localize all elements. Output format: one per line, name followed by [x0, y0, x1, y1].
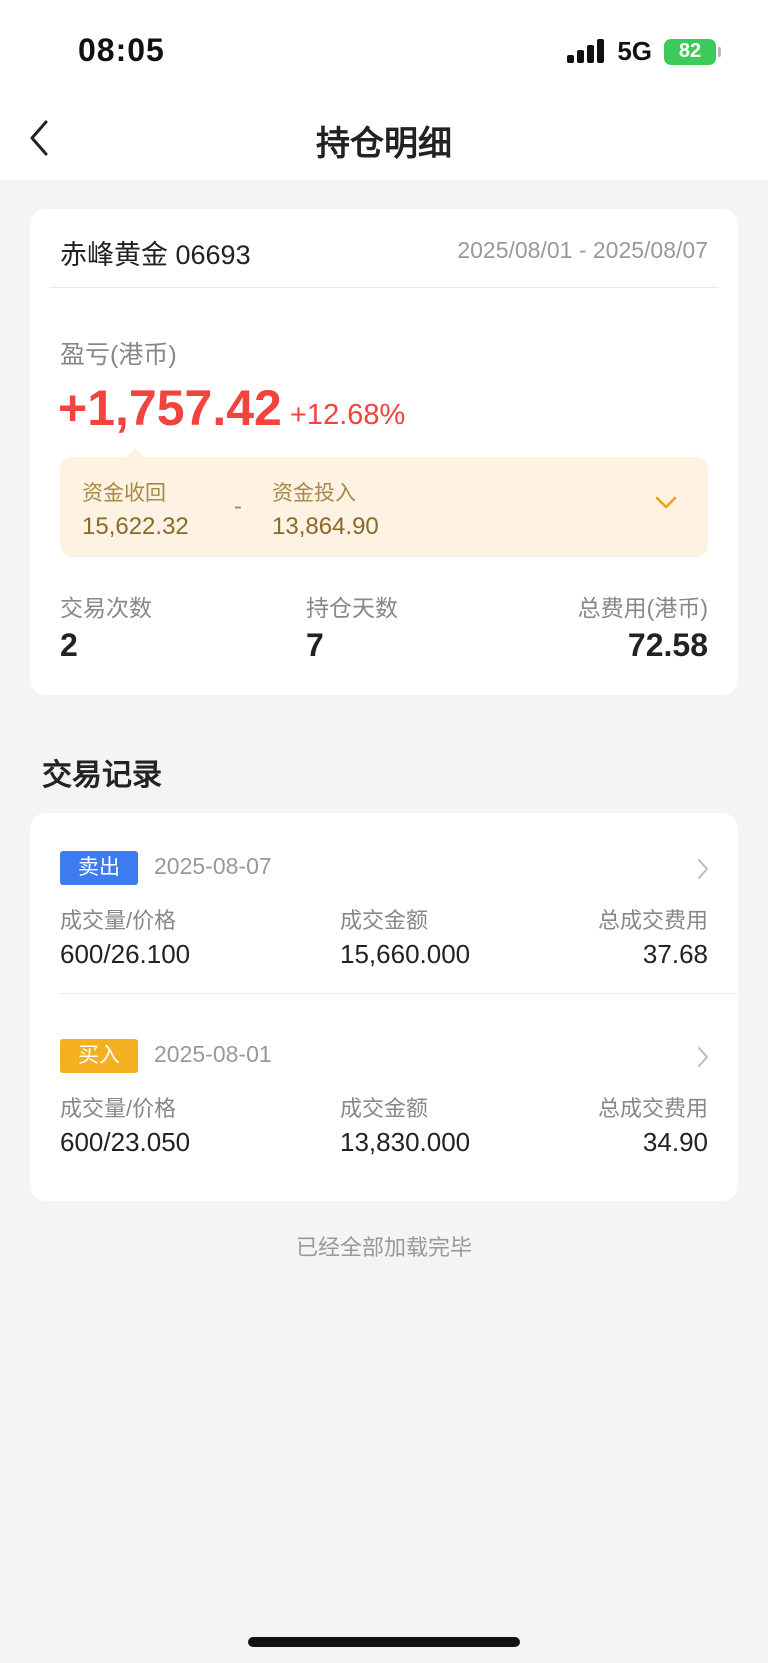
trade-date: 2025-08-07	[154, 853, 272, 879]
status-time: 08:05	[78, 32, 165, 68]
sell-tag: 卖出	[60, 851, 138, 885]
signal-strength-icon	[567, 38, 605, 65]
chevron-right-icon	[698, 1047, 708, 1067]
total-fee-value: 72.58	[627, 627, 708, 663]
qty-price-value: 600/26.100	[60, 939, 191, 969]
trade-date: 2025-08-01	[154, 1041, 272, 1067]
section-title-trade-records: 交易记录	[42, 759, 162, 792]
fee-label: 总成交费用	[597, 1096, 708, 1121]
total-fee-label: 总费用(港币)	[577, 595, 708, 621]
trade-record-row[interactable]: 卖出 2025-08-07 成交量/价格 600/26.100 成交金额 15,…	[30, 813, 738, 1001]
fund-return-label: 资金收回	[82, 482, 166, 505]
divider	[60, 993, 738, 994]
battery-level: 82	[678, 40, 702, 62]
status-bar: 08:05 5G 82	[0, 0, 768, 96]
nav-bar: 持仓明细	[0, 96, 768, 180]
amount-value: 13,830.000	[340, 1127, 471, 1157]
trade-records-card: 卖出 2025-08-07 成交量/价格 600/26.100 成交金额 15,…	[30, 813, 738, 1201]
pl-value: +1,757.42	[58, 380, 282, 436]
chevron-right-icon	[698, 859, 708, 879]
date-range: 2025/08/01 - 2025/08/07	[457, 237, 708, 263]
status-indicators: 5G 82	[567, 36, 721, 67]
network-label: 5G	[617, 36, 652, 66]
fund-invest-label: 资金投入	[272, 482, 356, 505]
holding-days-value: 7	[306, 627, 324, 663]
fee-value: 34.90	[642, 1127, 708, 1157]
holding-days-label: 持仓天数	[306, 595, 398, 621]
trade-record-row[interactable]: 买入 2025-08-01 成交量/价格 600/23.050 成交金额 13,…	[30, 1001, 738, 1189]
pl-percent: +12.68%	[290, 399, 406, 431]
amount-label: 成交金额	[340, 1096, 429, 1121]
divider	[50, 287, 718, 288]
load-complete-text: 已经全部加载完毕	[295, 1235, 472, 1260]
trade-count-value: 2	[60, 627, 78, 663]
pl-label: 盈亏(港币)	[60, 341, 177, 369]
amount-value: 15,660.000	[340, 939, 471, 969]
stock-name: 赤峰黄金 06693	[60, 240, 251, 270]
position-summary-card: 赤峰黄金 06693 2025/08/01 - 2025/08/07 盈亏(港币…	[30, 209, 738, 695]
buy-tag: 买入	[60, 1039, 138, 1073]
trade-count-label: 交易次数	[60, 595, 152, 621]
page-title: 持仓明细	[316, 125, 452, 163]
amount-label: 成交金额	[340, 908, 429, 933]
fund-summary-toggle[interactable]: 资金收回 15,622.32 - 资金投入 13,864.90	[60, 448, 708, 557]
battery-icon: 82	[664, 38, 721, 65]
chevron-down-icon[interactable]	[654, 495, 678, 511]
qty-price-label: 成交量/价格	[60, 1096, 177, 1121]
fund-return-value: 15,622.32	[82, 513, 189, 540]
fee-label: 总成交费用	[597, 908, 708, 933]
home-indicator[interactable]	[248, 1637, 520, 1647]
qty-price-label: 成交量/价格	[60, 908, 177, 933]
fund-invest-value: 13,864.90	[272, 513, 379, 540]
fund-minus-sign: -	[234, 493, 242, 520]
qty-price-value: 600/23.050	[60, 1127, 191, 1157]
fee-value: 37.68	[642, 939, 708, 969]
